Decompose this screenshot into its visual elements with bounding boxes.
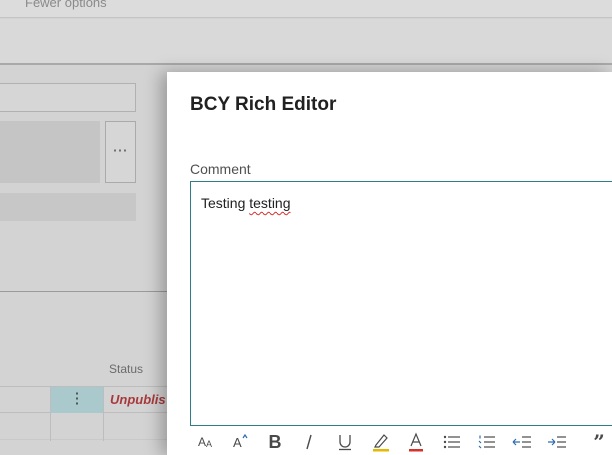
formatting-toolbar: A A A B ” (190, 429, 612, 455)
background-more-button[interactable]: ⋯ (105, 121, 136, 183)
font-size-icon[interactable]: A A (194, 429, 220, 455)
comment-label: Comment (190, 161, 251, 177)
superscript-icon[interactable]: A (228, 429, 254, 455)
page-action-bar (0, 19, 612, 65)
fewer-options-link[interactable]: Fewer options (25, 0, 107, 10)
underline-icon[interactable] (332, 429, 358, 455)
section-divider (0, 291, 170, 292)
bold-label: B (268, 431, 282, 452)
quote-label: ” (593, 430, 605, 454)
svg-text:A: A (233, 435, 242, 450)
rich-editor-dialog: BCY Rich Editor Comment Testing testing … (167, 72, 612, 455)
row-status-value: Unpublis (110, 392, 166, 407)
increase-indent-icon[interactable] (544, 429, 570, 455)
highlight-icon[interactable] (368, 429, 394, 455)
bold-icon[interactable]: B (262, 429, 288, 455)
misspelled-word: testing (249, 195, 291, 211)
background-input-field[interactable] (0, 83, 136, 112)
dialog-title: BCY Rich Editor (190, 94, 337, 115)
bullet-list-icon[interactable] (439, 429, 465, 455)
background-readonly-field (0, 193, 136, 221)
page-header-strip: Fewer options (0, 0, 612, 18)
font-color-icon[interactable] (403, 429, 429, 455)
row-menu-button[interactable]: ⋮ (51, 387, 103, 413)
column-divider (103, 386, 104, 441)
italic-icon[interactable] (296, 429, 322, 455)
status-column-header: Status (109, 362, 144, 376)
numbered-list-icon[interactable] (474, 429, 500, 455)
background-image-placeholder (0, 121, 100, 183)
svg-text:A: A (206, 439, 212, 449)
comment-editor[interactable]: Testing testing (190, 181, 612, 426)
decrease-indent-icon[interactable] (509, 429, 535, 455)
quote-icon[interactable]: ” (586, 429, 612, 455)
editor-content[interactable]: Testing testing (201, 195, 291, 211)
table-row[interactable] (0, 413, 170, 440)
editor-text: Testing (201, 195, 250, 211)
svg-text:A: A (198, 435, 206, 449)
